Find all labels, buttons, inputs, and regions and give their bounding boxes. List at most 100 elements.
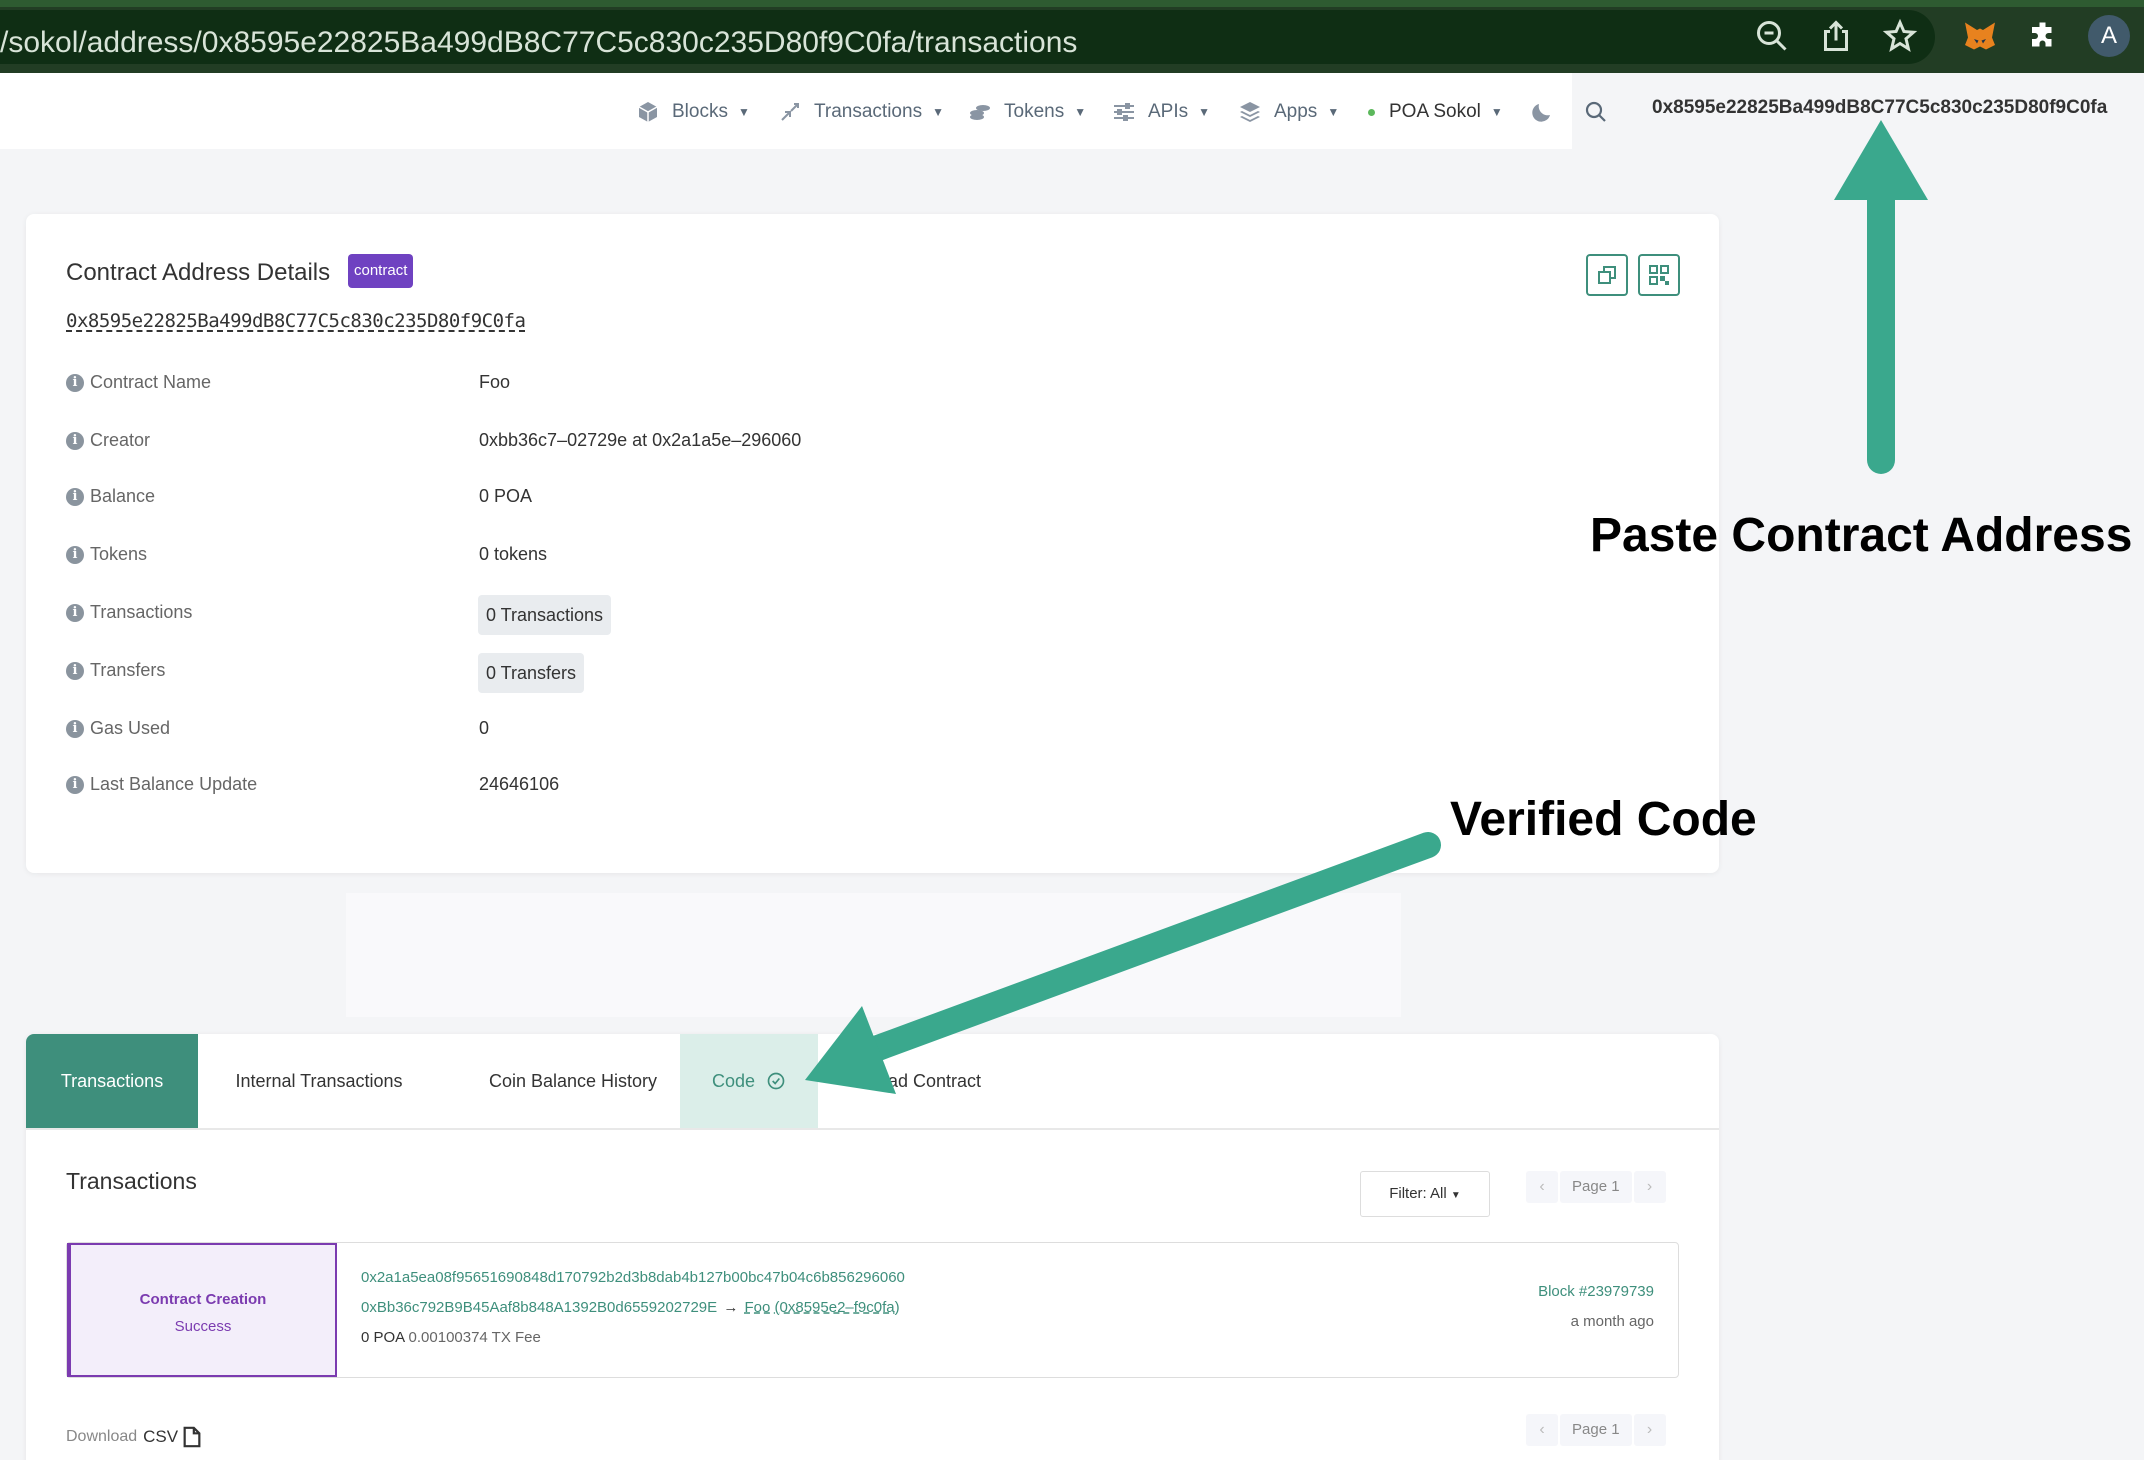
tx-type-tile: Contract Creation Success: [67, 1243, 337, 1377]
dark-mode-toggle[interactable]: [1530, 97, 1566, 127]
tx-age: a month ago: [1570, 1313, 1654, 1330]
chevron-down-icon: ▼: [1450, 1190, 1461, 1201]
search-icon[interactable]: [1584, 97, 1620, 127]
tx-block-link[interactable]: Block #23979739: [1538, 1283, 1654, 1300]
info-icon[interactable]: i: [66, 431, 84, 450]
copy-icon: [1598, 266, 1616, 284]
value-balance: 0 POA: [479, 486, 533, 506]
layers-icon: [1240, 102, 1260, 122]
filter-label: Filter: All: [1389, 1185, 1447, 1202]
annotation-paste-address: Paste Contract Address: [1590, 509, 2133, 562]
chevron-down-icon: ▼: [932, 105, 944, 119]
page-title: Contract Address Details: [66, 259, 331, 286]
page-indicator: Page 1: [1560, 1171, 1632, 1203]
zoom-out-icon[interactable]: [1754, 18, 1790, 54]
contract-badge: contract: [348, 254, 414, 288]
info-icon[interactable]: i: [66, 775, 84, 794]
nav-transactions[interactable]: Transactions ▼: [778, 97, 944, 127]
nav-network-select[interactable]: POA Sokol ▼: [1368, 97, 1503, 127]
label-text: Tokens: [90, 544, 148, 564]
tab-transactions[interactable]: Transactions: [26, 1034, 198, 1128]
download-csv-button[interactable]: Download CSV: [66, 1426, 202, 1448]
label-gas-used: i Gas Used: [66, 718, 170, 739]
tx-from-link[interactable]: 0xBb36c792B9B45Aaf8b848A1392B0d655920272…: [361, 1299, 717, 1316]
star-icon[interactable]: [1882, 18, 1918, 54]
label-text: Transfers: [90, 660, 166, 680]
prev-page-button[interactable]: ‹: [1526, 1414, 1558, 1446]
label-text: Balance: [90, 486, 156, 506]
label-contract-name: i Contract Name: [66, 372, 211, 393]
label-text: Transactions: [90, 602, 193, 622]
file-icon: [183, 1426, 201, 1448]
table-row: Contract Creation Success 0x2a1a5ea08f95…: [66, 1242, 1679, 1378]
next-page-button[interactable]: ›: [1633, 1171, 1666, 1203]
download-label: Download: [66, 1428, 138, 1445]
label-text: Last Balance Update: [90, 774, 258, 794]
next-page-button[interactable]: ›: [1633, 1414, 1666, 1446]
nav-blocks-label: Blocks: [672, 101, 728, 122]
url-text[interactable]: /sokol/address/0x8595e22825Ba499dB8C77C5…: [0, 26, 1077, 60]
tx-to-link[interactable]: Foo (0x8595e2–f9c0fa): [745, 1299, 900, 1316]
tx-status: Success: [174, 1318, 232, 1335]
filter-dropdown[interactable]: Filter: All ▼: [1360, 1171, 1490, 1217]
address-bar[interactable]: /sokol/address/0x8595e22825Ba499dB8C77C5…: [0, 10, 1935, 64]
tab-code[interactable]: Code: [680, 1034, 818, 1128]
value-last-balance-update[interactable]: 24646106: [479, 774, 559, 795]
network-status-dot: [1368, 108, 1375, 116]
tab-coin-balance-history[interactable]: Coin Balance History: [440, 1034, 706, 1128]
extensions-icon[interactable]: [2026, 18, 2062, 54]
browser-top-edge: [0, 0, 2144, 7]
share-icon[interactable]: [1818, 18, 1854, 54]
nav-blocks[interactable]: Blocks ▼: [636, 97, 750, 127]
search-input[interactable]: 0x8595e22825Ba499dB8C77C5c830c235D80f9C0…: [1652, 97, 2107, 119]
arrow-right-icon: →: [723, 1299, 739, 1316]
contract-details-card: Contract Address Details contract 0x8595…: [26, 214, 1719, 873]
sliders-icon: [1114, 103, 1134, 121]
ad-placeholder: [346, 893, 1401, 1017]
nav-apis[interactable]: APIs ▼: [1112, 97, 1210, 127]
nav-tokens[interactable]: Tokens ▼: [968, 97, 1086, 127]
transactions-count-pill[interactable]: 0 Transactions: [478, 595, 612, 635]
info-icon[interactable]: i: [66, 545, 84, 564]
info-icon[interactable]: i: [66, 661, 84, 680]
chevron-down-icon: ▼: [1198, 105, 1211, 119]
prev-page-button[interactable]: ‹: [1526, 1171, 1558, 1203]
tx-hash-link[interactable]: 0x2a1a5ea08f95651690848d170792b2d3b8dab4…: [361, 1269, 905, 1286]
site-navbar: Blocks ▼ Transactions ▼ Tokens ▼ APIs ▼ …: [0, 73, 2144, 149]
label-balance: i Balance: [66, 486, 155, 507]
nav-network-label: POA Sokol: [1389, 101, 1481, 122]
pagination-top: ‹ Page 1 ›: [1526, 1171, 1666, 1203]
contract-address[interactable]: 0x8595e22825Ba499dB8C77C5c830c235D80f9C0…: [66, 310, 526, 332]
qr-code-button[interactable]: [1638, 254, 1680, 296]
tx-from-to: 0xBb36c792B9B45Aaf8b848A1392B0d655920272…: [361, 1299, 900, 1316]
value-creator[interactable]: 0xbb36c7–02729e at 0x2a1a5e–296060: [479, 430, 801, 451]
tx-type: Contract Creation: [139, 1291, 267, 1308]
transfers-count-pill[interactable]: 0 Transfers: [478, 653, 585, 693]
tab-read-contract[interactable]: Read Contract: [848, 1034, 998, 1128]
tab-code-label: Code: [711, 1071, 755, 1091]
info-icon[interactable]: i: [66, 373, 84, 392]
info-icon[interactable]: i: [66, 487, 84, 506]
info-icon[interactable]: i: [66, 719, 84, 738]
label-creator: i Creator: [66, 430, 150, 451]
metamask-fox-icon[interactable]: [1962, 18, 1998, 54]
label-last-balance-update: i Last Balance Update: [66, 774, 257, 795]
label-text: Gas Used: [90, 718, 171, 738]
nav-apps[interactable]: Apps ▼: [1238, 97, 1339, 127]
copy-address-button[interactable]: [1586, 254, 1628, 296]
chevron-down-icon: ▼: [737, 105, 750, 119]
profile-avatar[interactable]: A: [2088, 15, 2130, 57]
pagination-bottom: ‹ Page 1 ›: [1526, 1414, 1666, 1446]
chevron-down-icon: ▼: [1490, 105, 1503, 119]
value-tokens: 0 tokens: [479, 544, 548, 564]
label-tokens: i Tokens: [66, 544, 147, 565]
label-transfers: i Transfers: [66, 660, 165, 681]
tx-value: 0 POA: [361, 1329, 405, 1346]
moon-icon: [1532, 104, 1550, 122]
tab-internal-transactions[interactable]: Internal Transactions: [198, 1034, 440, 1128]
annotation-verified-code: Verified Code: [1450, 793, 1757, 846]
browser-toolbar: /sokol/address/0x8595e22825Ba499dB8C77C5…: [0, 0, 2144, 73]
info-icon[interactable]: i: [66, 603, 84, 622]
chevron-down-icon: ▼: [1327, 105, 1340, 119]
transactions-icon: [781, 103, 799, 121]
